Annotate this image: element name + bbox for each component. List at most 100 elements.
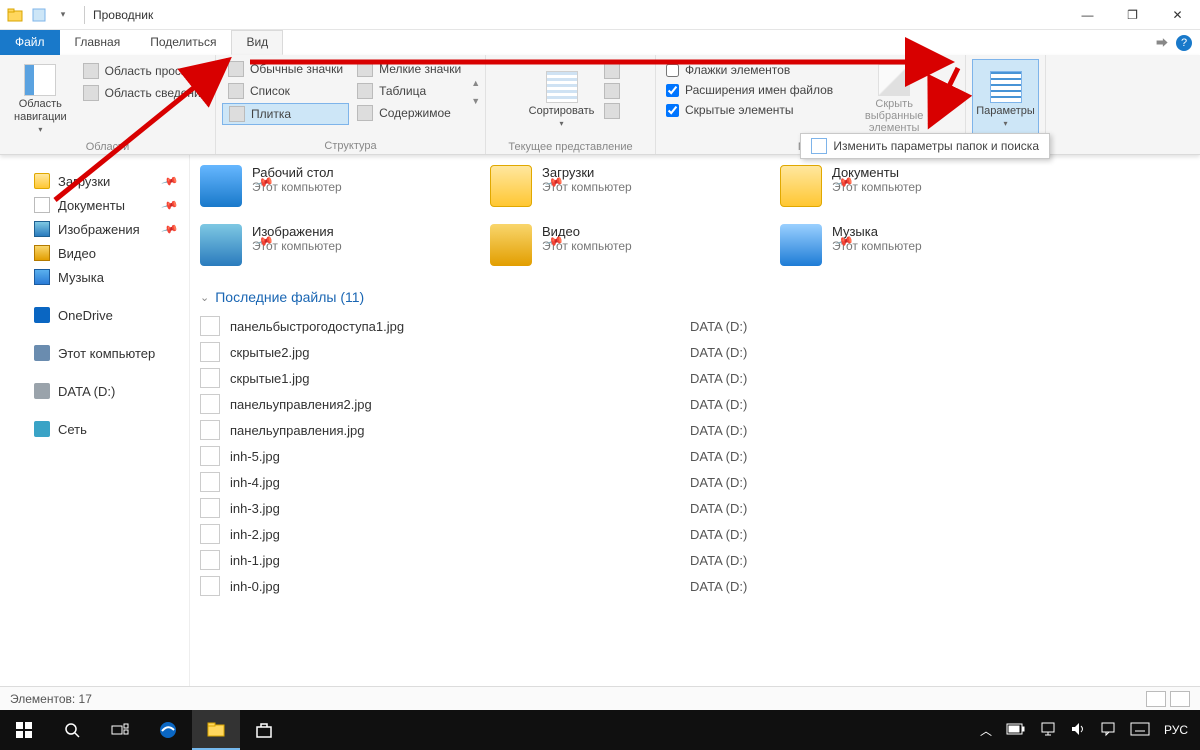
recent-file-row[interactable]: inh-4.jpgDATA (D:): [200, 469, 1190, 495]
options-label: Параметры: [976, 105, 1035, 117]
action-center-icon[interactable]: [1100, 721, 1116, 740]
ribbon-collapse-icon[interactable]: ⮕: [1156, 34, 1168, 51]
qat-properties-icon[interactable]: [30, 6, 48, 24]
folder-large-icon: [200, 165, 242, 207]
network-tray-icon[interactable]: [1040, 721, 1056, 740]
tab-view[interactable]: Вид: [231, 30, 283, 55]
icons-list-icon: [228, 83, 244, 99]
folder-tile[interactable]: Рабочий столЭтот компьютер📌: [200, 165, 450, 208]
taskview-button[interactable]: [96, 710, 144, 750]
folder-tiles: Рабочий столЭтот компьютер📌 ЗагрузкиЭтот …: [200, 159, 1190, 281]
folder-large-icon: [490, 165, 532, 207]
recent-file-row[interactable]: скрытые1.jpgDATA (D:): [200, 365, 1190, 391]
group-by-icon[interactable]: [604, 63, 620, 79]
sidebar-onedrive[interactable]: OneDrive: [0, 303, 189, 327]
help-icon[interactable]: ?: [1176, 35, 1192, 51]
recent-file-row[interactable]: панельуправления.jpgDATA (D:): [200, 417, 1190, 443]
volume-icon[interactable]: [1070, 721, 1086, 740]
recent-file-row[interactable]: inh-0.jpgDATA (D:): [200, 573, 1190, 599]
hide-selected-button[interactable]: Скрыть выбранные элементы: [839, 59, 949, 139]
maximize-button[interactable]: ❐: [1110, 0, 1155, 30]
recent-file-row[interactable]: inh-1.jpgDATA (D:): [200, 547, 1190, 573]
view-tiles-toggle[interactable]: [1170, 691, 1190, 707]
battery-icon[interactable]: [1006, 723, 1026, 738]
chk-hidden-items[interactable]: Скрытые элементы: [662, 101, 837, 119]
layout-small[interactable]: Мелкие значки: [351, 59, 467, 79]
pc-icon: [34, 345, 50, 361]
layout-content[interactable]: Содержимое: [351, 103, 467, 123]
minimize-button[interactable]: —: [1065, 0, 1110, 30]
layout-scroll-up-icon[interactable]: ▲: [471, 78, 480, 88]
language-indicator[interactable]: РУС: [1164, 723, 1188, 737]
sort-label: Сортировать: [529, 105, 595, 117]
add-columns-icon[interactable]: [604, 83, 620, 99]
icons-tiles-icon: [229, 106, 245, 122]
folder-tile[interactable]: ДокументыЭтот компьютер📌: [780, 165, 1030, 208]
network-icon: [34, 421, 50, 437]
close-button[interactable]: ✕: [1155, 0, 1200, 30]
chk-file-extensions[interactable]: Расширения имен файлов: [662, 81, 837, 99]
image-file-icon: [200, 524, 220, 544]
qat-dropdown-icon[interactable]: ▾: [54, 6, 72, 24]
keyboard-icon[interactable]: [1130, 722, 1150, 739]
sidebar-thispc[interactable]: Этот компьютер: [0, 341, 189, 365]
recent-files-header[interactable]: ⌄ Последние файлы (11): [200, 281, 1190, 313]
folder-tile[interactable]: ВидеоЭтот компьютер📌: [490, 224, 740, 267]
image-file-icon: [200, 394, 220, 414]
tab-home[interactable]: Главная: [60, 30, 136, 55]
recent-file-row[interactable]: inh-5.jpgDATA (D:): [200, 443, 1190, 469]
folder-icon: [34, 269, 50, 285]
window-title: Проводник: [91, 8, 153, 22]
folder-tile[interactable]: МузыкаЭтот компьютер📌: [780, 224, 1030, 267]
icons-content-icon: [357, 105, 373, 121]
tab-file[interactable]: Файл: [0, 30, 60, 55]
app-icon: [6, 6, 24, 24]
layout-scroll-down-icon[interactable]: ▼: [471, 96, 480, 106]
start-button[interactable]: [0, 710, 48, 750]
cloud-icon: [34, 307, 50, 323]
sidebar-item[interactable]: Загрузки📌: [0, 169, 189, 193]
recent-file-row[interactable]: inh-2.jpgDATA (D:): [200, 521, 1190, 547]
store-button[interactable]: [240, 710, 288, 750]
explorer-button[interactable]: [192, 710, 240, 750]
folder-icon: [34, 197, 50, 213]
image-file-icon: [200, 472, 220, 492]
folder-large-icon: [780, 165, 822, 207]
layout-table[interactable]: Таблица: [351, 81, 467, 101]
recent-file-row[interactable]: панельуправления2.jpgDATA (D:): [200, 391, 1190, 417]
recent-file-row[interactable]: скрытые2.jpgDATA (D:): [200, 339, 1190, 365]
preview-pane-button[interactable]: Область просмотра: [77, 61, 221, 81]
sidebar-item[interactable]: Музыка: [0, 265, 189, 289]
image-file-icon: [200, 498, 220, 518]
image-file-icon: [200, 342, 220, 362]
sidebar-item[interactable]: Видео: [0, 241, 189, 265]
sidebar-item[interactable]: Изображения📌: [0, 217, 189, 241]
sidebar-item[interactable]: Документы📌: [0, 193, 189, 217]
chk-item-flags[interactable]: Флажки элементов: [662, 61, 837, 79]
options-icon: [990, 71, 1022, 103]
recent-file-row[interactable]: панельбыстрогодоступа1.jpgDATA (D:): [200, 313, 1190, 339]
folder-large-icon: [200, 224, 242, 266]
folder-large-icon: [490, 224, 532, 266]
recent-file-row[interactable]: inh-3.jpgDATA (D:): [200, 495, 1190, 521]
folder-tile[interactable]: ЗагрузкиЭтот компьютер📌: [490, 165, 740, 208]
sidebar-network[interactable]: Сеть: [0, 417, 189, 441]
tab-share[interactable]: Поделиться: [135, 30, 231, 55]
folder-tile[interactable]: ИзображенияЭтот компьютер📌: [200, 224, 450, 267]
view-details-toggle[interactable]: [1146, 691, 1166, 707]
sidebar-drive[interactable]: DATA (D:): [0, 379, 189, 403]
layout-regular[interactable]: Обычные значки: [222, 59, 349, 79]
tray-up-icon[interactable]: ︿: [980, 722, 992, 739]
sort-button[interactable]: Сортировать ▾: [522, 59, 602, 139]
icons-small-icon: [357, 61, 373, 77]
options-dropdown-item[interactable]: Изменить параметры папок и поиска: [800, 133, 1050, 159]
search-button[interactable]: [48, 710, 96, 750]
image-file-icon: [200, 420, 220, 440]
nav-pane-button[interactable]: Область навигации ▾: [6, 59, 75, 139]
edge-button[interactable]: [144, 710, 192, 750]
size-columns-icon[interactable]: [604, 103, 620, 119]
options-button[interactable]: Параметры ▾: [972, 59, 1039, 139]
layout-list[interactable]: Список: [222, 81, 349, 101]
details-pane-button[interactable]: Область сведений: [77, 83, 221, 103]
layout-tiles[interactable]: Плитка: [222, 103, 349, 125]
